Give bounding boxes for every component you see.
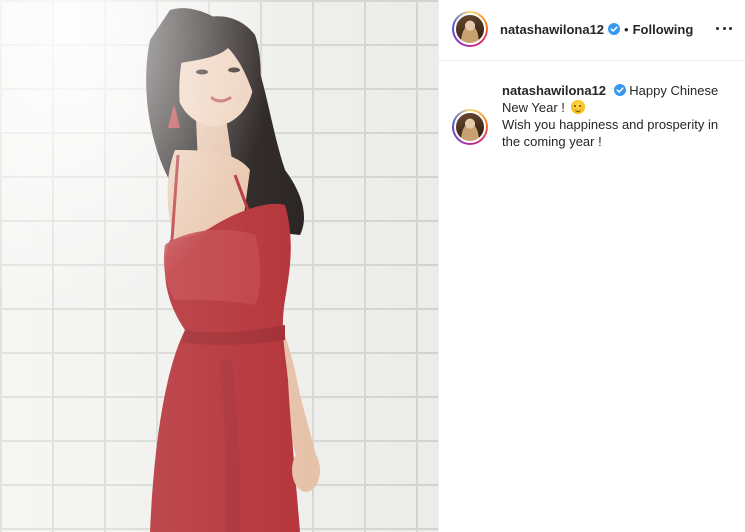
post-side-panel: natashawilona12 • Following natashawilon… (438, 0, 745, 532)
post-header: natashawilona12 • Following (439, 0, 745, 58)
header-username-link[interactable]: natashawilona12 (500, 22, 604, 37)
avatar (454, 111, 486, 143)
caption-username-link[interactable]: natashawilona12 (502, 83, 606, 98)
more-options-icon[interactable] (714, 18, 734, 38)
caption-line-2: Wish you happiness and prosperity in the… (502, 117, 719, 149)
post-photo[interactable] (0, 0, 438, 532)
avatar (454, 13, 486, 45)
caption-comment: natashawilona12 Happy Chinese New Year !… (452, 82, 737, 150)
hugging-face-emoji-icon (570, 100, 585, 114)
woman-in-red-dress-image (146, 8, 320, 532)
caption-avatar-ring[interactable] (452, 109, 488, 145)
header-separator: • (624, 21, 629, 37)
caption-text: natashawilona12 Happy Chinese New Year !… (502, 82, 732, 150)
verified-badge-icon (613, 84, 626, 96)
following-button[interactable]: Following (633, 22, 694, 37)
verified-badge-icon (608, 23, 621, 35)
header-avatar-ring[interactable] (452, 11, 488, 47)
header-divider (439, 60, 745, 61)
